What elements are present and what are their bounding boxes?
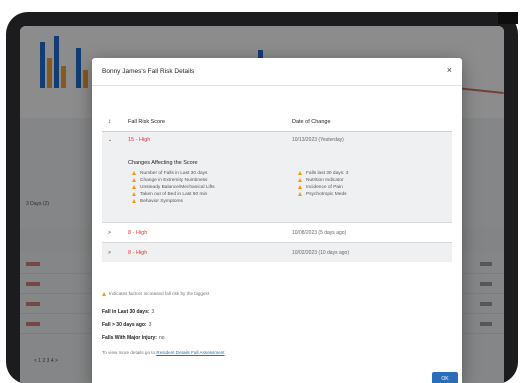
warning-icon [298, 170, 302, 175]
table-row-expanded[interactable]: ⌄ 15 - High 10/13/2023 (Yesterday) Chang… [102, 132, 452, 222]
modal-title: Bonny James's Fall Risk Details [102, 68, 195, 75]
warning-icon [298, 177, 302, 182]
change-date: 10/02/2023 (10 days ago) [292, 250, 349, 256]
row-summary: ⌄ 15 - High 10/13/2023 (Yesterday) [102, 132, 452, 148]
warning-icon [132, 177, 136, 182]
change-factor-list-right: Falls last 30 days: 3 Nutrition Indicato… [298, 170, 348, 198]
table-row-collapsed[interactable]: > 8 - High 10/08/2023 (5 days ago) [102, 222, 452, 242]
chevron-right-icon[interactable]: > [108, 230, 111, 236]
sort-icon[interactable]: ↕ [108, 119, 111, 125]
fall-risk-table: ↕ Fall Risk Score Date of Change ⌄ 15 - … [102, 110, 452, 262]
ok-button[interactable]: OK [432, 372, 458, 383]
change-factor-list-left: Number of Falls in Last 30 days Change i… [132, 170, 215, 205]
warning-icon [132, 198, 136, 203]
screen: 3 Days (2) < 1 2 3 4 > Bonny James's Fal… [20, 26, 504, 383]
resident-details-link[interactable]: Resident Details Fall Assessment [156, 350, 224, 355]
warning-icon [102, 291, 106, 296]
change-factor: Unsteady Balance/Mechanical Lifts [132, 184, 215, 191]
stat-major-injury: Falls With Major Injury: no [102, 335, 165, 341]
column-header-score[interactable]: Fall Risk Score [128, 119, 165, 125]
table-header: ↕ Fall Risk Score Date of Change [102, 110, 452, 132]
chevron-right-icon[interactable]: > [108, 250, 111, 256]
change-factor: Incidence of Pain [298, 184, 348, 191]
change-factor: Change in Extremity Numbness [132, 177, 215, 184]
corner-mark [498, 12, 518, 24]
risk-score: 8 - High [128, 250, 148, 256]
change-factor: Taken out of Bed in Last 60 min [132, 191, 215, 198]
column-header-date[interactable]: Date of Change [292, 119, 331, 125]
changes-title: Changes Affecting the Score [128, 160, 198, 166]
legend-note: Indicates factors increased fall risk by… [102, 291, 209, 296]
tablet-frame: 3 Days (2) < 1 2 3 4 > Bonny James's Fal… [6, 12, 518, 383]
fall-risk-modal: Bonny James's Fall Risk Details × ↕ Fall… [92, 58, 462, 383]
warning-icon [132, 170, 136, 175]
stat-falls-over-30-days: Fall > 30 days ago: 3 [102, 322, 152, 328]
stat-falls-30-days: Fall in Last 30 days: 3 [102, 309, 155, 315]
more-details-text: To view more details go to Resident Deta… [102, 350, 225, 355]
change-factor: Psychotropic Meds [298, 191, 348, 198]
close-icon[interactable]: × [447, 66, 452, 75]
fall-stats: Fall in Last 30 days: 3 Fall > 30 days ag… [102, 306, 165, 345]
change-factor: Nutrition Indicator [298, 177, 348, 184]
change-date: 10/13/2023 (Yesterday) [292, 137, 344, 143]
risk-score: 8 - High [128, 230, 148, 236]
change-factor: Behavior Symptoms [132, 198, 215, 205]
warning-icon [298, 191, 302, 196]
table-row-collapsed[interactable]: > 8 - High 10/02/2023 (10 days ago) [102, 242, 452, 262]
chevron-down-icon[interactable]: ⌄ [108, 137, 112, 143]
change-factor: Falls last 30 days: 3 [298, 170, 348, 177]
modal-header: Bonny James's Fall Risk Details × [92, 58, 462, 86]
warning-icon [298, 184, 302, 189]
warning-icon [132, 191, 136, 196]
change-date: 10/08/2023 (5 days ago) [292, 230, 347, 236]
risk-score: 15 - High [128, 137, 151, 143]
warning-icon [132, 184, 136, 189]
change-factor: Number of Falls in Last 30 days [132, 170, 215, 177]
